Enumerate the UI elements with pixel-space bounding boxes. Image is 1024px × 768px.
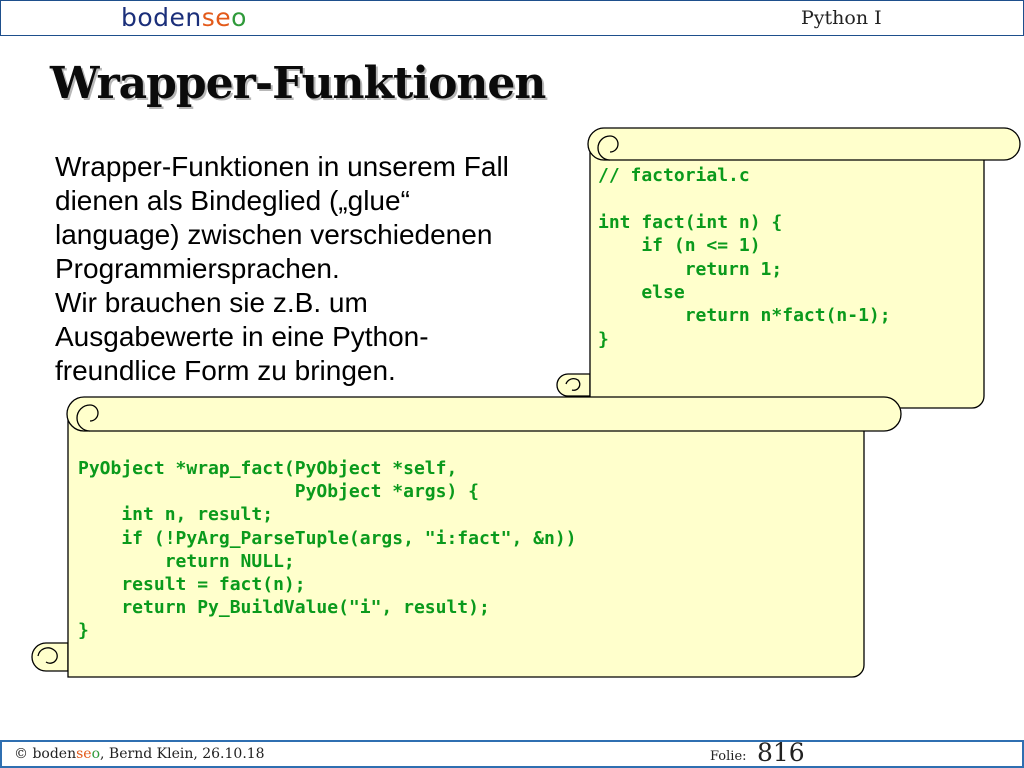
code-wrapper: PyObject *wrap_fact(PyObject *self, PyOb… bbox=[78, 458, 577, 642]
footer-bar-inner: © bodenseo, Bernd Klein, 26.10.18 Folie:… bbox=[2, 738, 1022, 767]
footer-logo-part-3: o bbox=[91, 746, 101, 762]
footer-logo-part-2: se bbox=[76, 746, 92, 762]
footer-bar: © bodenseo, Bernd Klein, 26.10.18 Folie:… bbox=[0, 738, 1024, 768]
footer-copyright: © bodenseo, Bernd Klein, 26.10.18 bbox=[14, 746, 265, 762]
scroll-shape-wrapper bbox=[31, 396, 902, 678]
footer-logo-part-1: boden bbox=[32, 746, 77, 762]
copyright-symbol: © bbox=[14, 746, 28, 762]
folio-number: 816 bbox=[757, 738, 805, 767]
folio-label: Folie: bbox=[710, 749, 747, 764]
footer-author-date: , Bernd Klein, 26.10.18 bbox=[100, 746, 265, 762]
code-scroll-wrapper: PyObject *wrap_fact(PyObject *self, PyOb… bbox=[0, 0, 1024, 768]
